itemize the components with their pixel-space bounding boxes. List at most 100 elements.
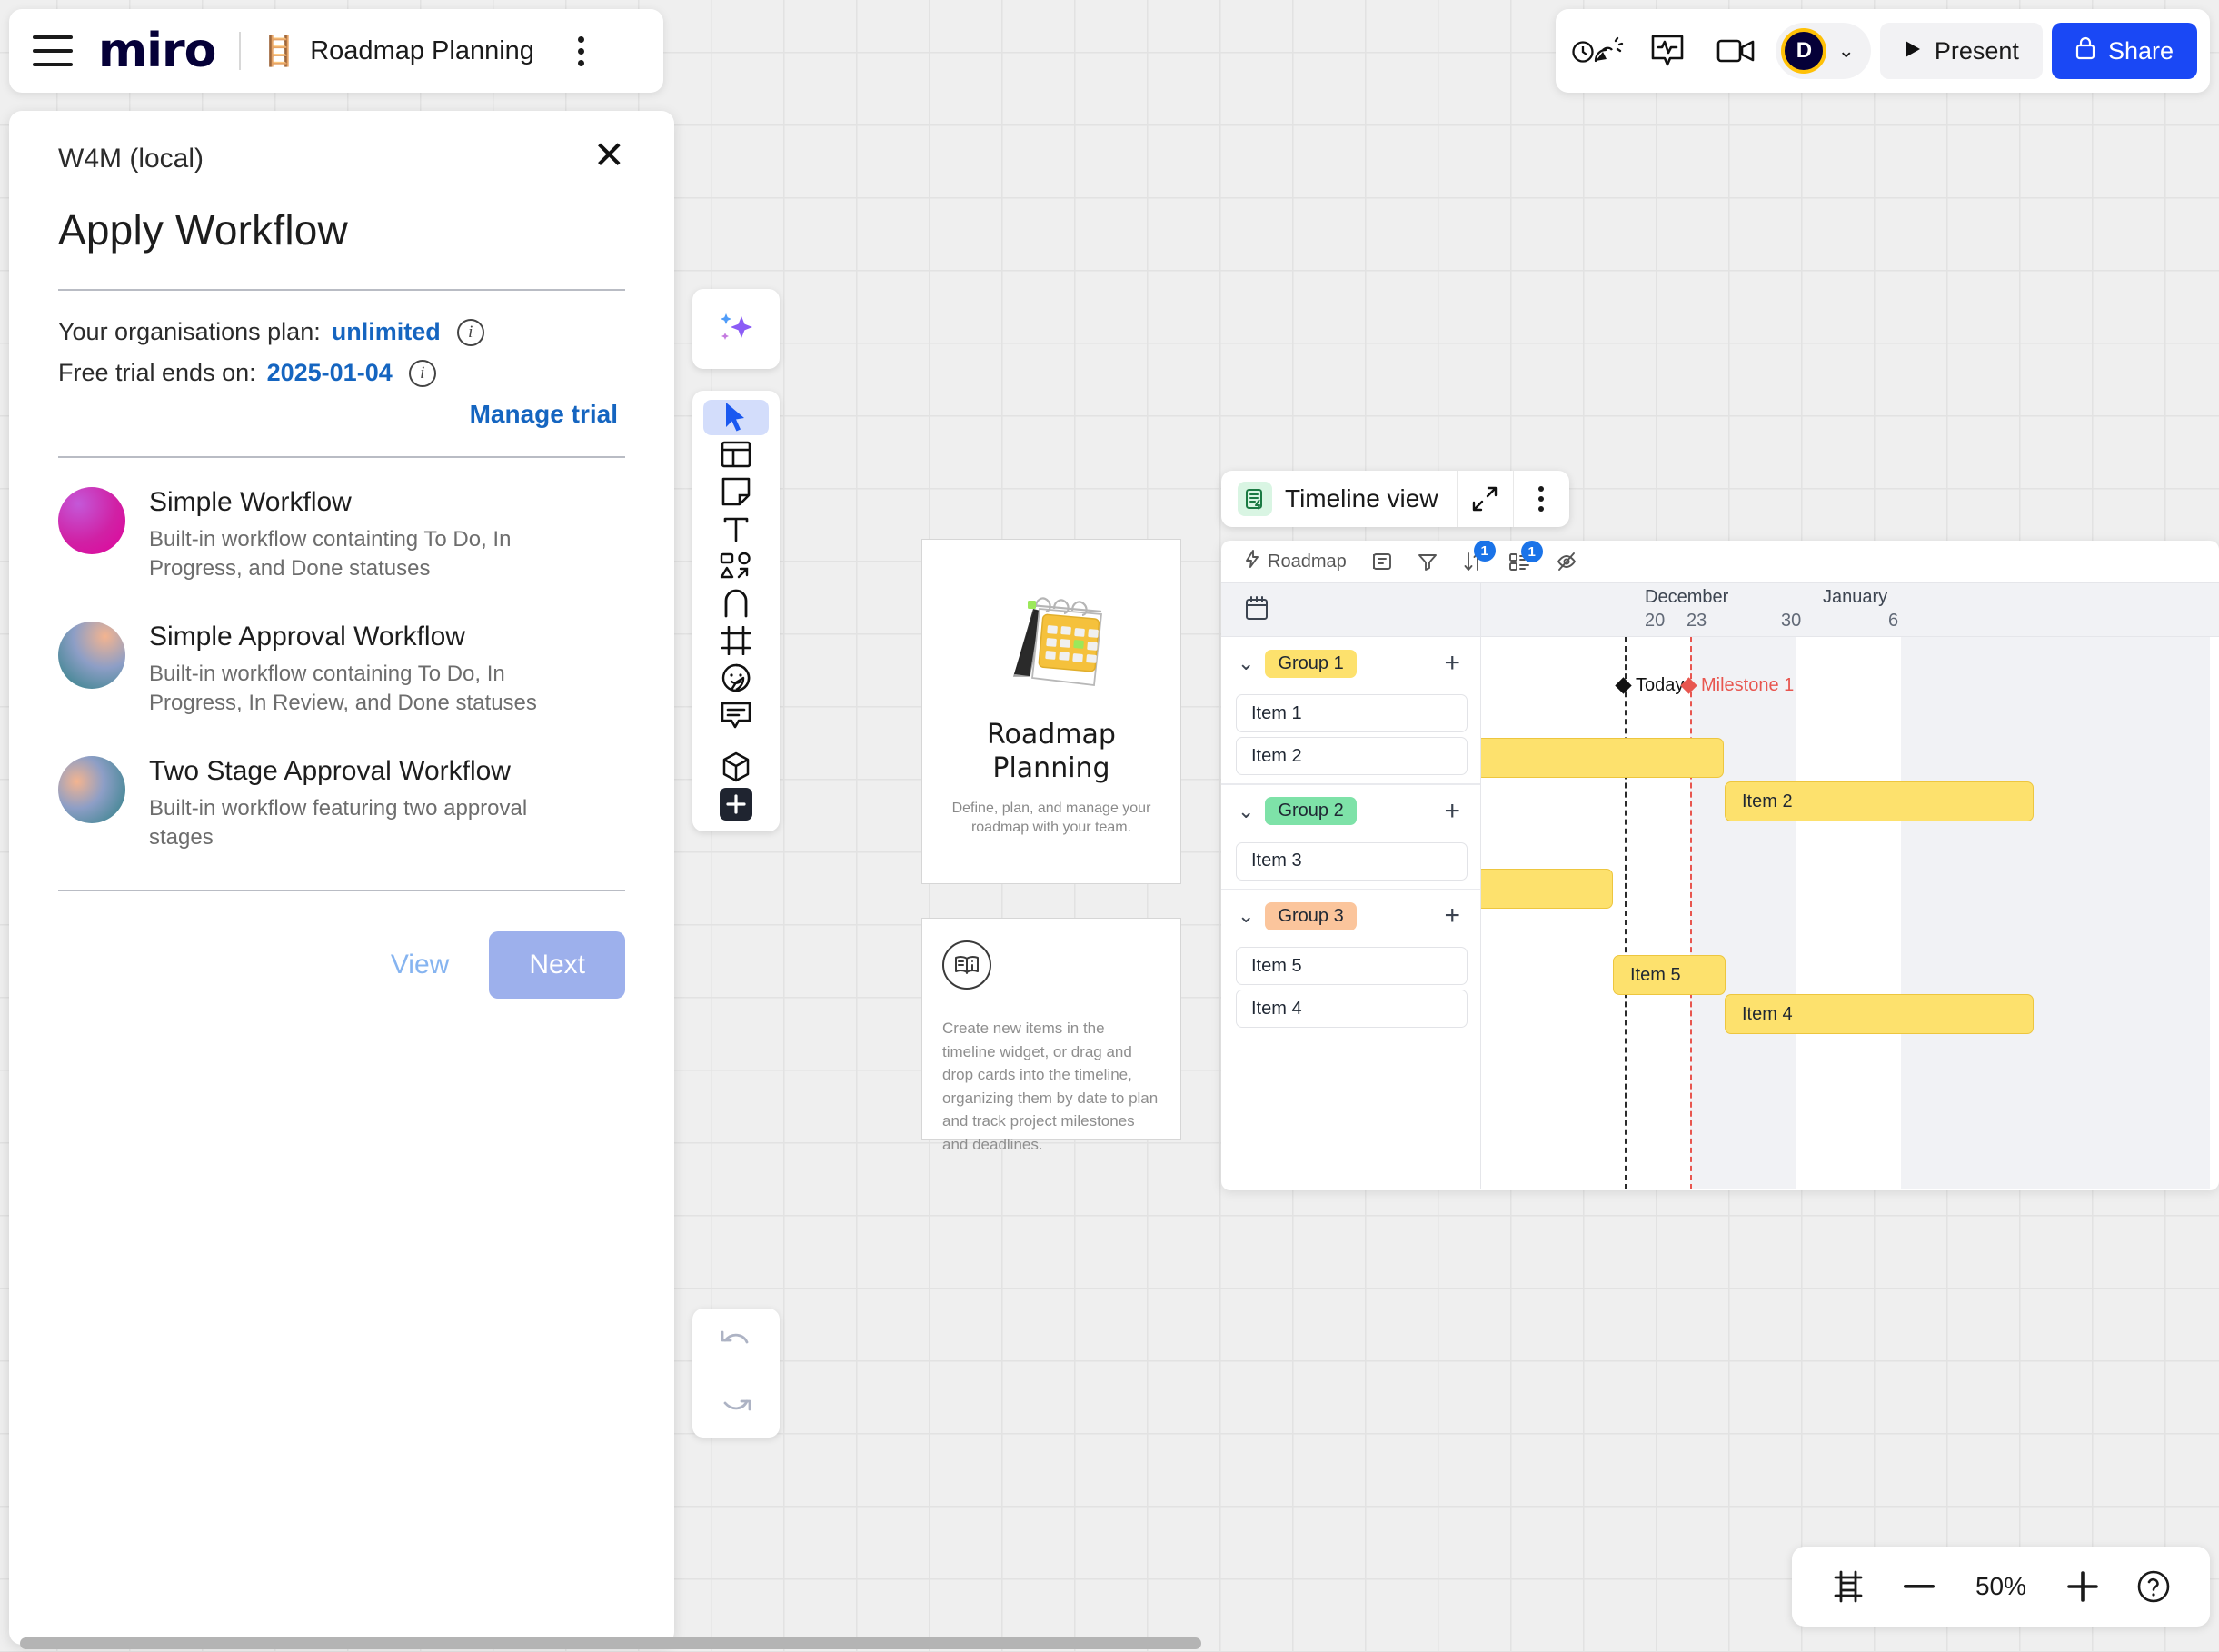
board-header-bar: miro 🪜 Roadmap Planning [9, 9, 663, 93]
info-icon[interactable]: i [408, 359, 436, 387]
add-item-plus-icon[interactable]: + [1444, 902, 1460, 930]
zoom-in-button[interactable] [2050, 1558, 2115, 1615]
timeline-more-options-icon[interactable] [1512, 471, 1569, 527]
apply-workflow-panel: W4M (local) ✕ Apply Workflow Your organi… [9, 111, 674, 1645]
timeline-bar-item-5[interactable]: Item 5 [1613, 955, 1726, 995]
marker-diamond-icon [1615, 677, 1632, 694]
lightning-icon [1245, 550, 1259, 573]
hidden-fields-icon[interactable] [1556, 552, 1577, 572]
timeline-row-label[interactable]: Item 3 [1236, 841, 1468, 881]
workflow-option-simple-approval[interactable]: Simple Approval Workflow Built-in workfl… [58, 621, 625, 718]
day-tick-label: 23 [1687, 611, 1707, 631]
group-by-icon[interactable]: 1 [1508, 541, 1543, 572]
timeline-bar-item-2[interactable]: Item 2 [1725, 781, 2034, 821]
add-item-plus-icon[interactable]: + [1444, 797, 1460, 825]
filter-icon[interactable] [1418, 552, 1438, 572]
horizontal-scrollbar[interactable] [20, 1637, 1201, 1649]
day-tick-label: 20 [1645, 611, 1666, 631]
day-tick-label: 6 [1888, 611, 1899, 631]
workflow-option-two-stage-approval[interactable]: Two Stage Approval Workflow Built-in wor… [58, 755, 625, 852]
timeline-instructions-card[interactable]: Create new items in the timeline widget,… [921, 918, 1181, 1153]
select-tool[interactable] [703, 400, 769, 435]
view-button[interactable]: View [360, 933, 480, 997]
sticker-smiley-icon[interactable] [703, 661, 769, 696]
templates-tool[interactable] [703, 437, 769, 473]
group-header-3[interactable]: ⌄ Group 3 + [1221, 890, 1480, 942]
workflow-list: Simple Workflow Built-in workflow contai… [58, 487, 625, 851]
help-icon[interactable] [2121, 1558, 2186, 1615]
zoom-controls-bar: 50% [1792, 1547, 2210, 1627]
more-tools-plus-icon[interactable] [703, 786, 769, 822]
miro-board-canvas[interactable]: miro 🪜 Roadmap Planning D ⌄ Present Shar… [0, 0, 2219, 1652]
manage-trial-link[interactable]: Manage trial [58, 400, 625, 429]
expand-diagonal-icon[interactable] [1456, 471, 1513, 527]
workflow-option-simple[interactable]: Simple Workflow Built-in workflow contai… [58, 487, 625, 583]
timeline-row-label[interactable]: Item 4 [1236, 990, 1468, 1028]
text-tool[interactable] [703, 512, 769, 547]
redo-icon[interactable] [703, 1379, 769, 1432]
board-more-options-icon[interactable] [569, 31, 593, 72]
timeline-bar-item-4[interactable]: Item 4 [1725, 994, 2034, 1034]
divider [239, 32, 242, 70]
next-button[interactable]: Next [489, 931, 625, 1000]
shapes-tool[interactable] [703, 549, 769, 584]
card-view-icon[interactable] [1372, 552, 1392, 572]
frame-tool[interactable] [703, 623, 769, 659]
timeline-bar-item-1[interactable] [1481, 738, 1724, 778]
add-item-plus-icon[interactable]: + [1444, 650, 1460, 677]
miro-logo[interactable]: miro [98, 27, 216, 75]
calendar-icon [1245, 595, 1269, 625]
group-header-1[interactable]: ⌄ Group 1 + [1221, 637, 1480, 690]
board-actions-bar: D ⌄ Present Share [1556, 9, 2210, 93]
timeline-bar-item-3[interactable] [1481, 869, 1613, 909]
comment-bubble-icon[interactable] [703, 698, 769, 733]
divider [58, 289, 625, 291]
timeline-doc-icon [1238, 482, 1272, 516]
workflow-description: Built-in workflow containing To Do, In P… [149, 661, 537, 715]
zoom-out-button[interactable] [1886, 1558, 1952, 1615]
chevron-down-icon[interactable]: ⌄ [1238, 800, 1254, 823]
ai-sparkle-tool[interactable] [692, 289, 780, 369]
chat-activity-icon[interactable] [1637, 23, 1697, 79]
close-icon[interactable]: ✕ [593, 136, 625, 174]
pen-tool[interactable] [703, 586, 769, 622]
timeline-view-name: Roadmap [1268, 551, 1347, 572]
group-name-pill: Group 1 [1265, 649, 1357, 678]
timeline-row-label[interactable]: Item 2 [1236, 737, 1468, 775]
timeline-view-selector[interactable]: Roadmap [1245, 550, 1347, 573]
workflow-description: Built-in workflow featuring two approval… [149, 795, 528, 850]
chevron-down-icon[interactable]: ⌄ [1238, 652, 1254, 675]
share-button[interactable]: Share [2051, 23, 2197, 79]
group-name-pill: Group 3 [1265, 901, 1357, 930]
fit-to-screen-icon[interactable] [1816, 1558, 1881, 1615]
roadmap-planning-card[interactable]: Roadmap Planning Define, plan, and manag… [921, 539, 1181, 884]
group-name-pill: Group 2 [1265, 797, 1357, 825]
today-marker[interactable]: Today [1615, 675, 1684, 696]
today-line [1625, 637, 1627, 1189]
panel-footer-actions: View Next [58, 931, 625, 1000]
group-header-2[interactable]: ⌄ Group 2 + [1221, 785, 1480, 838]
timeline-body: ⌄ Group 1 + Item 1 Item 2 ⌄ Group 2 + It… [1221, 637, 2219, 1189]
board-title[interactable]: Roadmap Planning [310, 36, 534, 66]
video-call-icon[interactable] [1707, 23, 1766, 79]
milestone-marker[interactable]: Milestone 1 [1680, 675, 1794, 696]
user-avatar-menu[interactable]: D ⌄ [1776, 23, 1871, 79]
undo-icon[interactable] [703, 1315, 769, 1368]
info-icon[interactable]: i [456, 318, 484, 346]
apps-cube-icon[interactable] [703, 749, 769, 784]
timeline-chip-label[interactable]: Timeline view [1221, 482, 1457, 516]
present-button[interactable]: Present [1879, 23, 2043, 79]
chevron-down-icon[interactable]: ⌄ [1238, 904, 1254, 928]
hamburger-menu-icon[interactable] [33, 35, 73, 66]
timeline-row-label[interactable]: Item 5 [1236, 947, 1468, 985]
panel-header: W4M (local) ✕ [58, 136, 625, 174]
info-card-text: Create new items in the timeline widget,… [942, 1020, 1159, 1153]
sticky-note-tool[interactable] [703, 474, 769, 510]
timeline-row-label[interactable]: Item 1 [1236, 694, 1468, 732]
zoom-level-label[interactable]: 50% [1957, 1572, 2045, 1601]
sort-icon[interactable]: 1 [1463, 541, 1496, 572]
workflow-orb-icon [58, 487, 125, 554]
timeline-gantt-area[interactable]: Today Milestone 1 Item 2 Item 5 Item 4 [1481, 637, 2219, 1189]
timer-celebrate-icon[interactable] [1568, 23, 1628, 79]
lock-icon [2075, 36, 2095, 66]
